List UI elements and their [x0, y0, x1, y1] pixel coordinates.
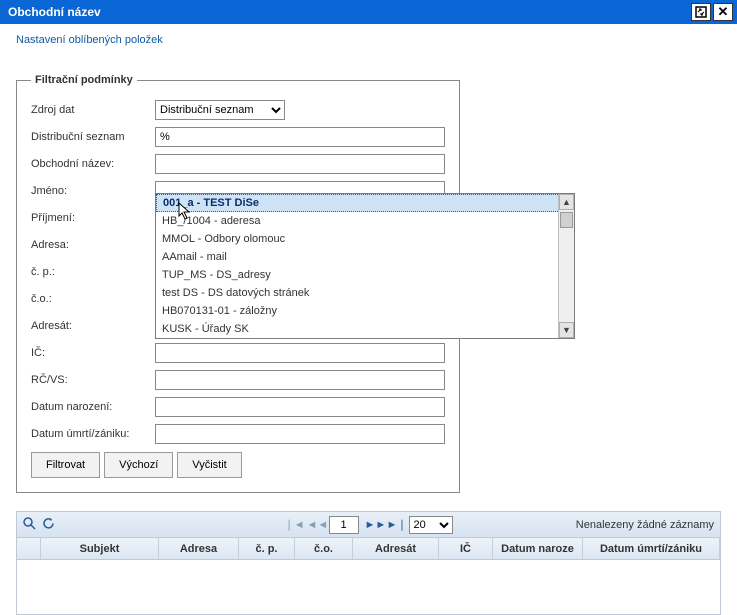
label-ico: IČ:: [31, 347, 155, 359]
col-ico[interactable]: IČ: [439, 538, 493, 559]
col-birth-date[interactable]: Datum naroze: [493, 538, 583, 559]
label-house-no: č. p.:: [31, 266, 155, 278]
grid-body-empty: [17, 560, 720, 614]
close-button[interactable]: ✕: [713, 3, 733, 21]
default-button[interactable]: Výchozí: [104, 452, 173, 478]
trade-name-input[interactable]: [155, 154, 445, 174]
filter-button[interactable]: Filtrovat: [31, 452, 100, 478]
dropdown-item[interactable]: HB070131-01 - záložny: [156, 302, 574, 320]
label-orient-no: č.o.:: [31, 293, 155, 305]
dropdown-scrollbar[interactable]: ▲ ▼: [558, 194, 574, 338]
dist-list-input[interactable]: [155, 127, 445, 147]
maximize-button[interactable]: [691, 3, 711, 21]
label-birth-date: Datum narození:: [31, 401, 155, 413]
favorites-link[interactable]: Nastavení oblíbených položek: [0, 24, 175, 50]
label-surname: Příjmení:: [31, 212, 155, 224]
grid-toolbar: ❘◄ ◄◄ ►► ►❘ 20 Nenalezeny žádné záznamy: [17, 512, 720, 538]
pager-prev-icon[interactable]: ◄◄: [307, 519, 323, 531]
col-address[interactable]: Adresa: [159, 538, 239, 559]
dropdown-item[interactable]: HB_/1004 - aderesa: [156, 212, 574, 230]
col-orient-no[interactable]: č.o.: [295, 538, 353, 559]
label-address: Adresa:: [31, 239, 155, 251]
col-house-no[interactable]: č. p.: [239, 538, 295, 559]
rcvs-input[interactable]: [155, 370, 445, 390]
search-icon[interactable]: [23, 517, 36, 533]
label-death-date: Datum úmrtí/zániku:: [31, 428, 155, 440]
grid-header-row: Subjekt Adresa č. p. č.o. Adresát IČ Dat…: [17, 538, 720, 560]
pager-last-icon[interactable]: ►❘: [387, 518, 403, 531]
birth-date-input[interactable]: [155, 397, 445, 417]
label-first-name: Jméno:: [31, 185, 155, 197]
pager-page-input[interactable]: [329, 516, 359, 534]
refresh-icon[interactable]: [42, 517, 55, 533]
dropdown-item[interactable]: AAmail - mail: [156, 248, 574, 266]
data-source-select[interactable]: Distribuční seznam: [155, 100, 285, 120]
label-trade-name: Obchodní název:: [31, 158, 155, 170]
col-addressee[interactable]: Adresát: [353, 538, 439, 559]
dropdown-item[interactable]: MMOL - Odbory olomouc: [156, 230, 574, 248]
scroll-thumb[interactable]: [560, 212, 573, 228]
pager-first-icon[interactable]: ❘◄: [285, 518, 301, 531]
scroll-down-icon[interactable]: ▼: [559, 322, 574, 338]
label-addressee: Adresát:: [31, 320, 155, 332]
results-grid: ❘◄ ◄◄ ►► ►❘ 20 Nenalezeny žádné záznamy …: [16, 511, 721, 615]
dropdown-item[interactable]: KUSK - Úřady SK: [156, 320, 574, 338]
window-title: Obchodní název: [8, 5, 101, 19]
scroll-up-icon[interactable]: ▲: [559, 194, 574, 210]
pager-next-icon[interactable]: ►►: [365, 519, 381, 531]
label-dist-list: Distribuční seznam: [31, 131, 155, 143]
death-date-input[interactable]: [155, 424, 445, 444]
dropdown-item[interactable]: 001_a - TEST DiSe: [156, 194, 574, 212]
ico-input[interactable]: [155, 343, 445, 363]
pager-size-select[interactable]: 20: [409, 516, 453, 534]
dist-list-dropdown[interactable]: 001_a - TEST DiSe HB_/1004 - aderesa MMO…: [155, 193, 575, 339]
filters-legend: Filtrační podmínky: [31, 74, 137, 86]
grid-status: Nenalezeny žádné záznamy: [576, 519, 714, 531]
dropdown-item[interactable]: test DS - DS datových stránek: [156, 284, 574, 302]
col-death-date[interactable]: Datum úmrtí/zániku: [583, 538, 720, 559]
window-titlebar: Obchodní název ✕: [0, 0, 737, 24]
label-rcvs: RČ/VS:: [31, 374, 155, 386]
label-data-source: Zdroj dat: [31, 104, 155, 116]
col-subject[interactable]: Subjekt: [41, 538, 159, 559]
dropdown-item[interactable]: TUP_MS - DS_adresy: [156, 266, 574, 284]
clear-button[interactable]: Vyčistit: [177, 452, 241, 478]
